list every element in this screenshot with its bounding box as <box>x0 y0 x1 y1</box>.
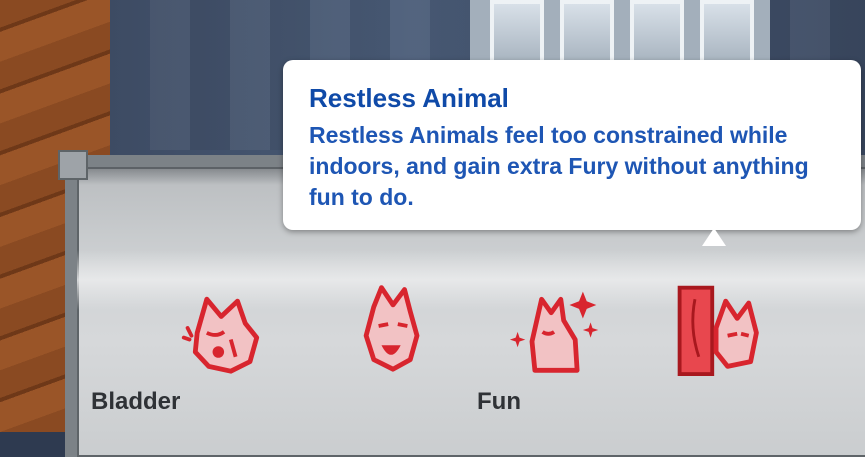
need-bladder[interactable] <box>178 280 274 376</box>
tooltip-title: Restless Animal <box>309 83 509 113</box>
need-fun[interactable] <box>508 282 604 378</box>
need-label-bladder: Bladder <box>91 388 181 415</box>
tooltip-description: Restless Animals feel too constrained wh… <box>309 122 809 210</box>
need-social[interactable] <box>670 280 766 376</box>
wolf-sparkle-icon <box>509 291 599 373</box>
panel-corner-ornament <box>58 150 88 180</box>
need-hunger[interactable] <box>345 278 441 374</box>
tooltip-pointer <box>702 228 726 246</box>
trait-tooltip: Restless Animal Restless Animals feel to… <box>283 60 861 230</box>
wolf-howling-icon <box>363 285 420 372</box>
need-label-fun: Fun <box>477 388 521 415</box>
wolf-crying-icon <box>181 296 260 374</box>
wolf-peeking-plank-icon <box>677 285 759 376</box>
